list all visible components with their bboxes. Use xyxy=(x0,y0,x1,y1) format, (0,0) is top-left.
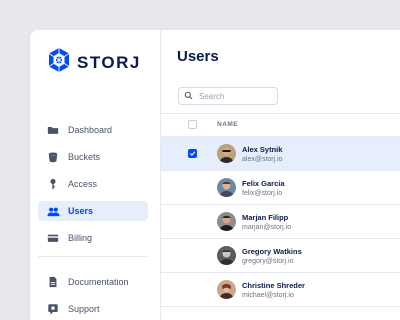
page-title: Users xyxy=(177,48,219,65)
sidebar-item-label: Documentation xyxy=(68,277,129,287)
table-row[interactable]: Christine Shreder michael@storj.io xyxy=(161,273,400,307)
avatar xyxy=(217,144,236,163)
app-window: STORJ Dashboard Buckets Access Users Bil… xyxy=(30,30,400,320)
user-email: michael@storj.io xyxy=(242,292,294,299)
brand-logo[interactable]: STORJ xyxy=(46,47,141,78)
sidebar-item-dashboard[interactable]: Dashboard xyxy=(38,120,148,140)
search-box[interactable] xyxy=(178,87,278,105)
bucket-icon xyxy=(46,150,60,164)
user-name: Marjan Filipp xyxy=(242,213,289,222)
avatar xyxy=(217,246,236,265)
storj-logo-icon xyxy=(46,47,72,78)
avatar xyxy=(217,280,236,299)
search-icon xyxy=(184,91,194,101)
sidebar-item-users[interactable]: Users xyxy=(38,201,148,221)
users-table: NAME Alex Sytnik alex@storj.io Felix Gar… xyxy=(161,113,400,307)
sidebar-item-support[interactable]: Support xyxy=(38,299,148,319)
sidebar-item-label: Dashboard xyxy=(68,125,113,135)
user-name: Christine Shreder xyxy=(242,281,305,290)
user-email: marjan@storj.io xyxy=(242,224,292,231)
sidebar-item-buckets[interactable]: Buckets xyxy=(38,147,148,167)
sidebar-item-documentation[interactable]: Documentation xyxy=(38,272,148,292)
search-input[interactable] xyxy=(199,91,269,101)
table-row[interactable]: Alex Sytnik alex@storj.io xyxy=(161,137,400,171)
select-all-checkbox[interactable] xyxy=(188,120,197,129)
user-email: gregory@storj.io xyxy=(242,258,294,265)
credit-card-icon xyxy=(46,231,60,245)
main-content: Users NAME Alex Sytnik alex@storj.io xyxy=(161,30,400,320)
user-name: Gregory Watkins xyxy=(242,247,302,256)
brand-name: STORJ xyxy=(77,52,141,72)
sidebar-item-access[interactable]: Access xyxy=(38,174,148,194)
user-email: felix@storj.io xyxy=(242,190,283,197)
column-header-name[interactable]: NAME xyxy=(217,121,238,128)
folder-icon xyxy=(46,123,60,137)
avatar xyxy=(217,178,236,197)
table-row[interactable]: Gregory Watkins gregory@storj.io xyxy=(161,239,400,273)
document-icon xyxy=(46,275,60,289)
support-icon xyxy=(46,302,60,316)
sidebar-divider xyxy=(38,256,148,257)
table-row[interactable]: Felix Garcia felix@storj.io xyxy=(161,171,400,205)
sidebar: STORJ Dashboard Buckets Access Users Bil… xyxy=(30,30,161,320)
sidebar-item-label: Users xyxy=(68,206,94,216)
users-icon xyxy=(46,204,60,218)
sidebar-item-label: Billing xyxy=(68,233,93,243)
table-row[interactable]: Marjan Filipp marjan@storj.io xyxy=(161,205,400,239)
checkmark-icon xyxy=(189,151,196,156)
avatar xyxy=(217,212,236,231)
user-email: alex@storj.io xyxy=(242,156,283,163)
sidebar-item-label: Support xyxy=(68,304,100,314)
key-icon xyxy=(46,177,60,191)
user-name: Felix Garcia xyxy=(242,179,285,188)
user-name: Alex Sytnik xyxy=(242,145,283,154)
sidebar-item-label: Access xyxy=(68,179,98,189)
table-header: NAME xyxy=(161,113,400,137)
row-checkbox[interactable] xyxy=(188,149,197,158)
sidebar-item-label: Buckets xyxy=(68,152,101,162)
